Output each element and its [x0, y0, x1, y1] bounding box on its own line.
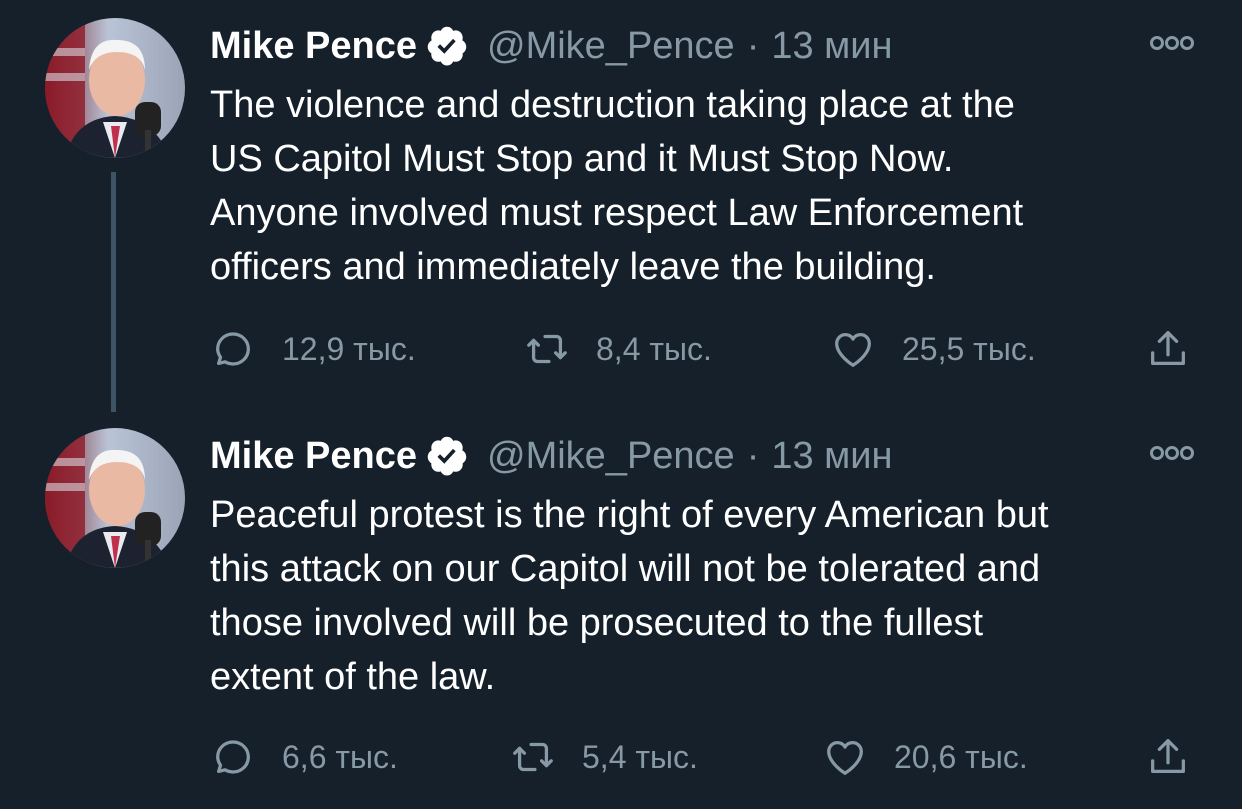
- more-options-icon[interactable]: [1148, 30, 1196, 56]
- tweet-text-line: those involved will be prosecuted to the…: [210, 602, 984, 644]
- retweet-icon: [510, 734, 556, 780]
- reply-count: 12,9 тыс.: [282, 330, 416, 367]
- retweet-count: 5,4 тыс.: [582, 738, 698, 775]
- author-name[interactable]: Mike Pence: [210, 432, 417, 480]
- retweet-count: 8,4 тыс.: [596, 330, 712, 367]
- thread-connector-line: [111, 172, 116, 412]
- heart-icon: [822, 734, 868, 780]
- share-button[interactable]: [1145, 732, 1191, 782]
- like-count: 20,6 тыс.: [894, 738, 1028, 775]
- separator-dot: ·: [746, 25, 760, 67]
- retweet-button[interactable]: 5,4 тыс.: [510, 732, 698, 782]
- author-name[interactable]: Mike Pence: [210, 22, 417, 70]
- tweet-header: Mike Pence @Mike_Pence · 13 мин: [210, 432, 893, 480]
- reply-button[interactable]: 12,9 тыс.: [210, 324, 416, 374]
- author-handle[interactable]: @Mike_Pence: [487, 22, 735, 70]
- tweet-text-line: this attack on our Capitol will not be t…: [210, 548, 1041, 590]
- reply-button[interactable]: 6,6 тыс.: [210, 732, 398, 782]
- like-button[interactable]: 20,6 тыс.: [822, 732, 1028, 782]
- reply-bubble-icon: [210, 734, 256, 780]
- author-handle[interactable]: @Mike_Pence: [487, 432, 735, 480]
- tweet-text-line: The violence and destruction taking plac…: [210, 84, 1015, 126]
- tweet-text-line: Anyone involved must respect Law Enforce…: [210, 192, 1024, 234]
- separator-dot: ·: [746, 435, 760, 477]
- verified-badge-icon: [425, 434, 469, 478]
- tweet[interactable]: Mike Pence @Mike_Pence · 13 мин The viol…: [0, 0, 1242, 412]
- tweet-text: The violence and destruction taking plac…: [210, 78, 1220, 294]
- avatar[interactable]: [45, 428, 185, 568]
- timestamp[interactable]: 13 мин: [771, 22, 892, 70]
- avatar[interactable]: [45, 18, 185, 158]
- retweet-icon: [524, 326, 570, 372]
- tweet-actions: 6,6 тыс. 5,4 тыс. 20,6 тыс.: [210, 732, 1210, 782]
- more-options-icon[interactable]: [1148, 440, 1196, 466]
- like-count: 25,5 тыс.: [902, 330, 1036, 367]
- share-icon: [1145, 326, 1191, 372]
- verified-badge-icon: [425, 24, 469, 68]
- tweet[interactable]: Mike Pence @Mike_Pence · 13 мин Peaceful…: [0, 410, 1242, 809]
- tweet-text-line: officers and immediately leave the build…: [210, 246, 936, 288]
- retweet-button[interactable]: 8,4 тыс.: [524, 324, 712, 374]
- heart-icon: [830, 326, 876, 372]
- reply-bubble-icon: [210, 326, 256, 372]
- tweet-thread: Mike Pence @Mike_Pence · 13 мин The viol…: [0, 0, 1242, 809]
- reply-count: 6,6 тыс.: [282, 738, 398, 775]
- tweet-text-line: extent of the law.: [210, 656, 496, 698]
- tweet-header: Mike Pence @Mike_Pence · 13 мин: [210, 22, 893, 70]
- timestamp[interactable]: 13 мин: [771, 432, 892, 480]
- tweet-text: Peaceful protest is the right of every A…: [210, 488, 1220, 704]
- share-button[interactable]: [1145, 324, 1191, 374]
- tweet-text-line: US Capitol Must Stop and it Must Stop No…: [210, 138, 954, 180]
- like-button[interactable]: 25,5 тыс.: [830, 324, 1036, 374]
- tweet-text-line: Peaceful protest is the right of every A…: [210, 494, 1049, 536]
- share-icon: [1145, 734, 1191, 780]
- tweet-actions: 12,9 тыс. 8,4 тыс. 25,5 тыс.: [210, 324, 1210, 374]
